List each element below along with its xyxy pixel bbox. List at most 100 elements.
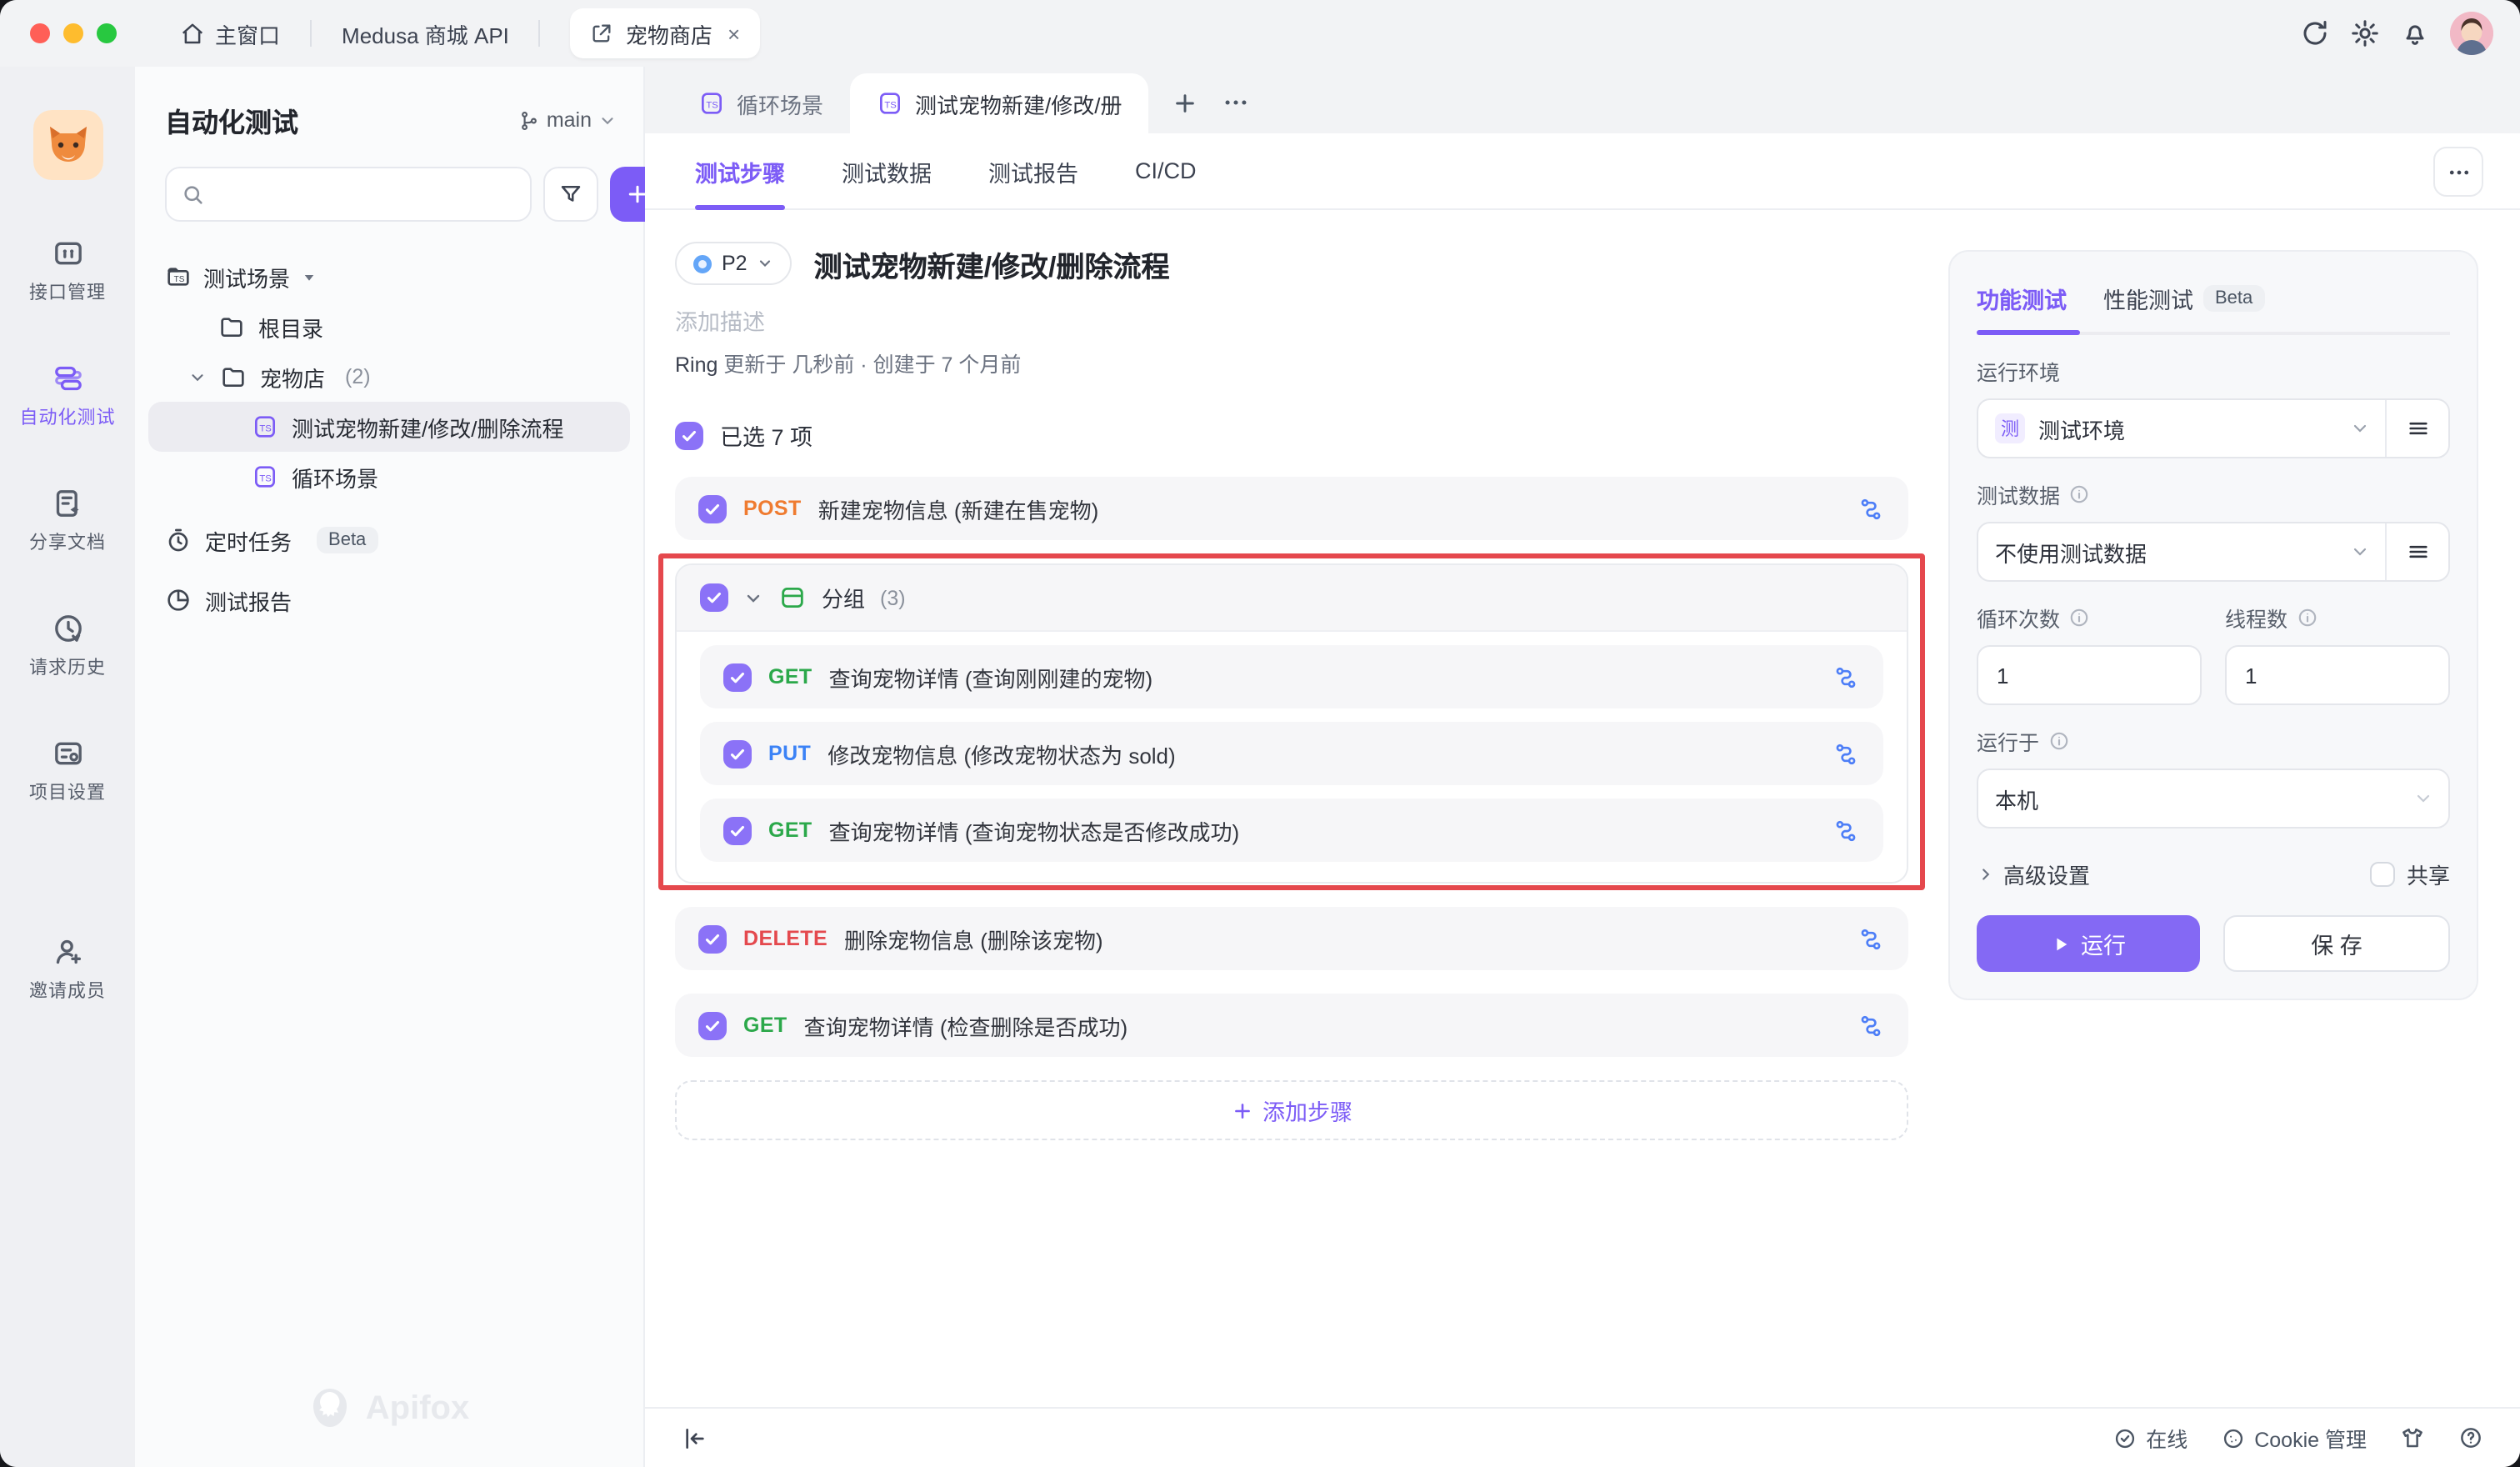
zoom-window-button[interactable] (97, 23, 117, 43)
save-button[interactable]: 保 存 (2223, 915, 2450, 972)
add-step-button[interactable]: 添加步骤 (675, 1080, 1908, 1140)
user-avatar[interactable] (2450, 12, 2493, 55)
select-all-checkbox[interactable] (675, 421, 703, 449)
search-icon (182, 183, 205, 206)
extract-flow-icon[interactable] (1832, 816, 1860, 844)
subtab-cicd[interactable]: CI/CD (1135, 133, 1197, 209)
minimize-window-button[interactable] (63, 23, 83, 43)
petstore-tab-label: 宠物商店 (626, 18, 712, 49)
sync-icon[interactable] (2300, 18, 2330, 48)
extract-flow-icon[interactable] (1857, 1011, 1885, 1039)
chevron-down-icon[interactable] (743, 588, 763, 608)
share-checkbox[interactable] (2370, 861, 2395, 886)
tree-item-loop-scenario[interactable]: TS 循环场景 (135, 452, 643, 502)
run-button-label: 运行 (2081, 927, 2126, 960)
step-checkbox[interactable] (723, 739, 752, 768)
filter-button[interactable] (543, 167, 598, 222)
threads-input[interactable] (2225, 645, 2450, 705)
step-checkbox[interactable] (698, 494, 727, 523)
loops-input[interactable] (1977, 645, 2202, 705)
tab-label: 测试宠物新建/修改/册 (915, 88, 1122, 119)
step-group-header[interactable]: 分组 (3) (677, 565, 1907, 632)
tree-item-selected-scenario[interactable]: TS 测试宠物新建/修改/删除流程 (148, 402, 630, 452)
step-checkbox[interactable] (698, 1011, 727, 1039)
extract-flow-icon[interactable] (1857, 924, 1885, 953)
panel-tab-functional-test[interactable]: 功能测试 (1977, 282, 2067, 315)
project-logo[interactable] (32, 110, 102, 180)
rail-item-share-docs[interactable]: 分享文档 (29, 487, 106, 555)
tree-folder-petshop[interactable]: 宠物店 (2) (135, 352, 643, 402)
extract-flow-icon[interactable] (1832, 739, 1860, 768)
test-step-row[interactable]: GET 查询宠物详情 (查询宠物状态是否修改成功) (700, 799, 1883, 862)
step-checkbox[interactable] (698, 924, 727, 953)
tab-active-scenario[interactable]: TS 测试宠物新建/修改/册 (850, 73, 1148, 133)
home-window-tab[interactable]: 主窗口 (180, 18, 280, 49)
cookie-manager[interactable]: Cookie 管理 (2221, 1422, 2367, 1454)
merch-tshirt-icon[interactable] (2400, 1425, 2425, 1450)
close-window-button[interactable] (30, 23, 50, 43)
run-on-select[interactable]: 本机 (1977, 769, 2450, 829)
cookie-icon (2221, 1426, 2244, 1449)
step-name: 新建宠物信息 (新建在售宠物) (818, 493, 1840, 524)
run-env-select[interactable]: 测 测试环境 (1977, 398, 2450, 458)
rail-item-project-settings[interactable]: 项目设置 (29, 737, 106, 805)
tree-folder-root[interactable]: 根目录 (135, 302, 643, 352)
group-checkbox[interactable] (700, 583, 728, 612)
apifox-watermark: Apifox (135, 1387, 643, 1430)
new-tab-plus-icon[interactable] (1172, 90, 1199, 117)
extract-flow-icon[interactable] (1857, 494, 1885, 523)
tree-group-test-scenarios[interactable]: TS 测试场景 (135, 252, 643, 302)
test-step-row[interactable]: DELETE 删除宠物信息 (删除该宠物) (675, 907, 1908, 970)
run-button[interactable]: 运行 (1977, 915, 2200, 972)
search-input[interactable] (215, 180, 515, 208)
panel-tab-performance-test[interactable]: 性能测试 Beta (2103, 282, 2264, 315)
petstore-window-tab[interactable]: 宠物商店 × (571, 8, 760, 58)
tree-item-test-reports[interactable]: 测试报告 (135, 575, 643, 625)
test-step-row[interactable]: POST 新建宠物信息 (新建在售宠物) (675, 477, 1908, 540)
step-checkbox[interactable] (723, 663, 752, 691)
project-window-tab[interactable]: Medusa 商城 API (342, 18, 509, 49)
tab-overflow-ellipsis-icon[interactable] (1222, 88, 1251, 117)
subtab-test-report[interactable]: 测试报告 (988, 133, 1078, 209)
test-step-row[interactable]: GET 查询宠物详情 (查询刚刚建的宠物) (700, 645, 1883, 708)
subtab-test-data[interactable]: 测试数据 (842, 133, 932, 209)
loops-label: 循环次数 (1977, 602, 2202, 632)
help-icon[interactable] (2458, 1425, 2483, 1450)
chevron-down-icon (2350, 418, 2370, 438)
rail-item-request-history[interactable]: 请求历史 (29, 612, 106, 680)
collapse-sidebar-icon[interactable] (682, 1424, 708, 1451)
rail-label: 分享文档 (29, 528, 106, 555)
step-checkbox[interactable] (723, 816, 752, 844)
chevron-down-icon (2413, 789, 2433, 809)
svg-text:TS: TS (259, 473, 272, 483)
test-data-select[interactable]: 不使用测试数据 (1977, 522, 2450, 582)
online-status[interactable]: 在线 (2112, 1422, 2188, 1454)
branch-selector[interactable]: main (518, 108, 617, 132)
subtab-test-steps[interactable]: 测试步骤 (695, 133, 785, 209)
rail-item-api-management[interactable]: 接口管理 (29, 237, 106, 305)
priority-select[interactable]: P2 (675, 242, 792, 285)
advanced-settings-toggle[interactable]: 高级设置 (1977, 858, 2090, 889)
test-step-row[interactable]: GET 查询宠物详情 (检查删除是否成功) (675, 994, 1908, 1057)
run-config-panel: 功能测试 性能测试 Beta 运行环境 测 测试环境 (1948, 250, 2478, 1000)
test-data-manage-icon[interactable] (2385, 523, 2448, 580)
close-tab-icon[interactable]: × (728, 21, 740, 46)
test-step-row[interactable]: PUT 修改宠物信息 (修改宠物状态为 sold) (700, 722, 1883, 785)
invite-members-icon (51, 935, 84, 969)
settings-gear-icon[interactable] (2350, 18, 2380, 48)
tree-item-scheduled-tasks[interactable]: 定时任务 Beta (135, 515, 643, 565)
rail-item-invite-members[interactable]: 邀请成员 (29, 935, 106, 1004)
titlebar-actions (2300, 0, 2493, 67)
step-name: 查询宠物详情 (检查删除是否成功) (804, 1009, 1840, 1041)
description-placeholder[interactable]: 添加描述 (675, 303, 1908, 337)
env-manage-icon[interactable] (2385, 400, 2448, 457)
label-text: 循环次数 (1977, 601, 2060, 633)
rail-label: 请求历史 (29, 653, 106, 680)
rail-item-automated-testing[interactable]: 自动化测试 (20, 362, 116, 430)
extract-flow-icon[interactable] (1832, 663, 1860, 691)
scenario-subtabs: 测试步骤 测试数据 测试报告 CI/CD (645, 133, 2520, 210)
tree-label: 根目录 (258, 311, 323, 343)
notifications-bell-icon[interactable] (2400, 18, 2430, 48)
more-actions-button[interactable] (2433, 147, 2483, 197)
tab-loop-scenario[interactable]: TS 循环场景 (672, 73, 850, 133)
